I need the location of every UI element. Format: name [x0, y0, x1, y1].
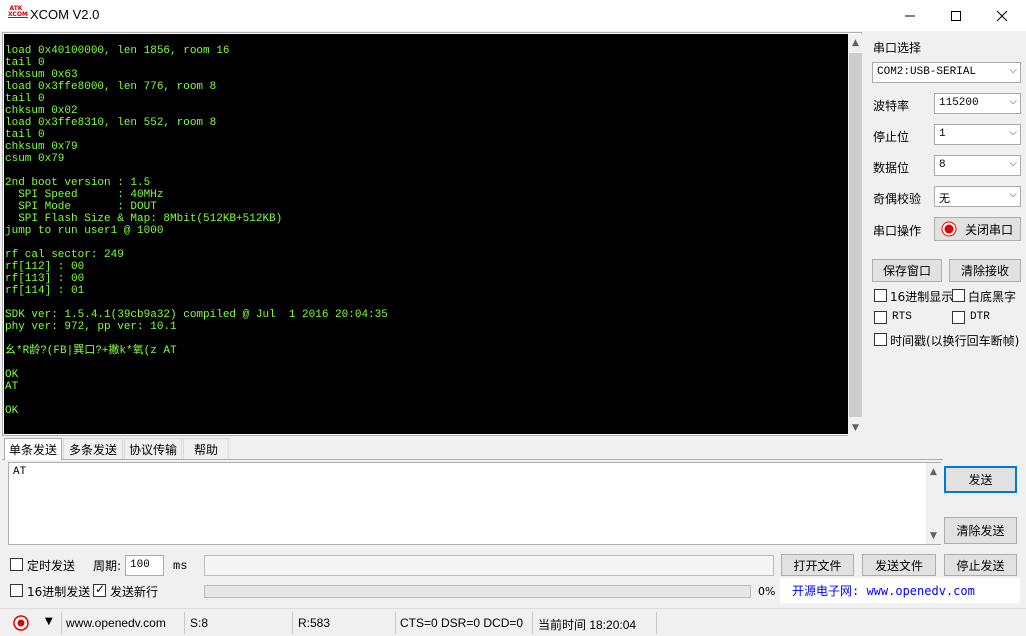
status-separator	[656, 612, 657, 634]
baud-select-value: 115200	[939, 97, 979, 109]
send-area[interactable]: AT ▲ ▼	[8, 462, 941, 545]
save-window-button[interactable]: 保存窗口	[872, 259, 942, 282]
stop-bits-value: 1	[939, 128, 946, 140]
dtr-label: DTR	[970, 311, 990, 323]
status-dropdown-arrow-icon[interactable]: ▼	[45, 616, 53, 627]
send-button[interactable]: 发送	[944, 466, 1017, 493]
file-path-field[interactable]	[204, 555, 774, 576]
record-icon	[941, 221, 957, 237]
data-bits-label: 数据位	[873, 161, 910, 175]
send-progress-text: 0%	[758, 585, 776, 598]
status-separator	[184, 612, 185, 634]
port-select-value: COM2:USB-SERIAL	[877, 66, 977, 78]
receive-scrollbar[interactable]: ▲ ▼	[848, 34, 863, 436]
minimize-icon	[905, 15, 915, 16]
tab-single-send[interactable]: 单条发送	[4, 438, 62, 460]
status-bar: ▼ www.openedv.com S:8 R:583 CTS=0 DSR=0 …	[0, 608, 1026, 636]
hex-display-label: 16进制显示	[890, 290, 954, 304]
stop-bits-label: 停止位	[873, 130, 910, 144]
minimize-button[interactable]	[887, 0, 933, 31]
clear-send-button[interactable]: 清除发送	[944, 517, 1017, 544]
data-bits-value: 8	[939, 159, 946, 171]
dtr-checkbox[interactable]	[952, 311, 965, 324]
record-status-icon[interactable]	[13, 615, 29, 631]
scroll-down-icon[interactable]: ▼	[848, 419, 863, 436]
parity-label: 奇偶校验	[873, 192, 922, 206]
chevron-down-icon: ⌵	[1009, 96, 1017, 107]
receive-area[interactable]: load 0x40100000, len 1856, room 16 tail …	[2, 32, 863, 436]
status-separator	[532, 612, 533, 634]
parity-value: 无	[939, 192, 950, 205]
white-bg-checkbox[interactable]	[952, 289, 965, 302]
status-line-signals: CTS=0 DSR=0 DCD=0	[400, 616, 524, 630]
period-label: 周期:	[93, 559, 122, 573]
status-received-count: R:583	[298, 616, 331, 630]
hex-send-label: 16进制发送	[27, 585, 91, 599]
rts-checkbox[interactable]	[874, 311, 887, 324]
period-input[interactable]: 100	[125, 555, 164, 576]
port-op-label: 串口操作	[873, 224, 922, 238]
white-bg-label: 白底黑字	[968, 290, 1017, 304]
status-separator	[395, 612, 396, 634]
ad-link[interactable]: 开源电子网: www.openedv.com	[792, 582, 975, 599]
close-port-label: 关闭串口	[965, 222, 1014, 237]
chevron-down-icon: ⌵	[1009, 65, 1017, 76]
status-time: 当前时间 18:20:04	[538, 618, 637, 632]
status-separator	[61, 612, 62, 634]
clear-receive-button[interactable]: 清除接收	[949, 259, 1021, 282]
data-bits-select[interactable]: 8 ⌵	[934, 155, 1021, 176]
send-progress-bar	[204, 585, 751, 598]
hex-send-checkbox[interactable]	[10, 584, 23, 597]
timed-send-checkbox[interactable]	[10, 558, 23, 571]
chevron-down-icon: ⌵	[1009, 127, 1017, 138]
timestamp-label: 时间戳(以换行回车断帧)	[890, 334, 1020, 348]
send-scrollbar[interactable]: ▲ ▼	[926, 463, 941, 544]
open-file-button[interactable]: 打开文件	[781, 554, 854, 576]
rts-label: RTS	[892, 311, 912, 323]
receive-scroll-thumb[interactable]	[849, 53, 862, 417]
port-label: 串口选择	[873, 41, 922, 55]
stop-bits-select[interactable]: 1 ⌵	[934, 124, 1021, 145]
scroll-up-icon[interactable]: ▲	[926, 463, 941, 480]
status-separator	[292, 612, 293, 634]
maximize-icon	[951, 10, 961, 21]
period-unit: ms	[173, 559, 188, 573]
chevron-down-icon: ⌵	[1009, 158, 1017, 169]
newline-label: 发送新行	[110, 585, 159, 599]
scroll-down-icon[interactable]: ▼	[926, 527, 941, 544]
baud-select[interactable]: 115200 ⌵	[934, 93, 1021, 114]
period-value: 100	[130, 559, 150, 571]
send-file-button[interactable]: 发送文件	[862, 554, 936, 576]
app-logo: ATK XCOM	[8, 6, 28, 24]
scroll-up-icon[interactable]: ▲	[848, 34, 863, 51]
timestamp-checkbox[interactable]	[874, 333, 887, 346]
maximize-button[interactable]	[933, 0, 979, 31]
baud-label: 波特率	[873, 99, 910, 113]
tab-multi-send[interactable]: 多条发送	[63, 438, 123, 459]
tab-divider	[2, 459, 943, 460]
status-url[interactable]: www.openedv.com	[66, 616, 166, 630]
logo-text-bottom: XCOM	[8, 11, 28, 18]
chevron-down-icon: ⌵	[1009, 189, 1017, 200]
title-bar: ATK XCOM XCOM V2.0	[0, 0, 1026, 31]
tab-help[interactable]: 帮助	[183, 438, 229, 459]
send-text[interactable]: AT	[13, 466, 26, 478]
port-select[interactable]: COM2:USB-SERIAL ⌵	[872, 62, 1021, 83]
status-sent-count: S:8	[190, 616, 209, 630]
tab-protocol[interactable]: 协议传输	[124, 438, 182, 459]
window-title: XCOM V2.0	[30, 7, 100, 22]
parity-select[interactable]: 无 ⌵	[934, 186, 1021, 207]
hex-display-checkbox[interactable]	[874, 289, 887, 302]
close-icon	[996, 10, 1008, 21]
newline-checkbox[interactable]	[93, 582, 106, 597]
ad-panel[interactable]: 开源电子网: www.openedv.com	[780, 578, 1020, 603]
close-window-button[interactable]	[979, 0, 1025, 31]
timed-send-label: 定时发送	[27, 559, 76, 573]
close-port-button[interactable]: 关闭串口	[934, 217, 1021, 241]
stop-send-button[interactable]: 停止发送	[944, 554, 1017, 576]
receive-text[interactable]: load 0x40100000, len 1856, room 16 tail …	[4, 34, 848, 434]
